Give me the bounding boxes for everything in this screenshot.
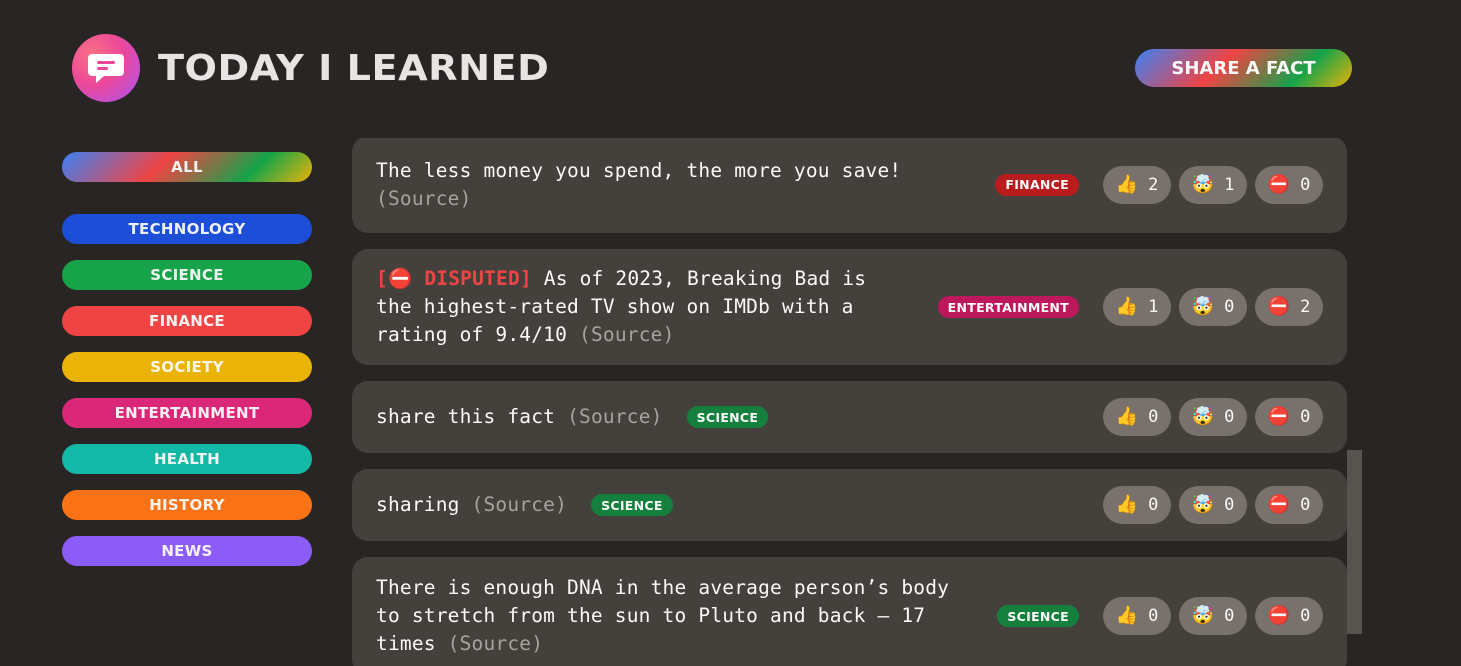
vote-count: 0: [1224, 297, 1235, 317]
vote-interesting-button[interactable]: 👍 2: [1103, 165, 1171, 204]
fact-item: sharing (Source) science 👍 0 🤯 0 ⛔ 0: [352, 469, 1347, 541]
fact-text-block: sharing (Source): [376, 491, 567, 519]
fact-text-block: The less money you spend, the more you s…: [376, 157, 956, 213]
category-label: history: [149, 496, 225, 514]
fact-item: There is enough DNA in the average perso…: [352, 557, 1347, 666]
header: Today I Learned: [72, 34, 549, 102]
no-entry-icon: ⛔: [1267, 494, 1291, 515]
no-entry-icon: ⛔: [1267, 296, 1291, 317]
vote-count: 2: [1300, 297, 1311, 317]
mind-blown-icon: 🤯: [1191, 605, 1215, 626]
category-label: finance: [149, 312, 225, 330]
vote-interesting-button[interactable]: 👍 0: [1103, 398, 1171, 436]
vote-interesting-button[interactable]: 👍 0: [1103, 486, 1171, 524]
vote-false-button[interactable]: ⛔ 0: [1255, 597, 1323, 635]
vote-interesting-button[interactable]: 👍 1: [1103, 288, 1171, 326]
category-label: science: [150, 266, 224, 284]
mind-blown-icon: 🤯: [1191, 173, 1215, 195]
disputed-label: [⛔ DISPUTED]: [376, 267, 532, 290]
thumbs-up-icon: 👍: [1115, 494, 1139, 515]
category-news-button[interactable]: news: [62, 536, 312, 566]
fact-item: [⛔ DISPUTED] As of 2023, Breaking Bad is…: [352, 249, 1347, 365]
no-entry-icon: ⛔: [1267, 605, 1291, 626]
vote-buttons: 👍 0 🤯 0 ⛔ 0: [1103, 597, 1323, 635]
category-label: All: [171, 158, 203, 176]
vote-count: 0: [1300, 495, 1311, 515]
fact-text: The less money you spend, the more you s…: [376, 158, 902, 182]
vote-mindblowing-button[interactable]: 🤯 0: [1179, 597, 1247, 635]
category-entertainment-button[interactable]: entertainment: [62, 398, 312, 428]
fact-item: The less money you spend, the more you s…: [352, 138, 1347, 233]
category-label: news: [161, 542, 213, 560]
fact-text-block: share this fact (Source): [376, 403, 663, 431]
chat-bubble-icon: [88, 54, 124, 83]
vote-buttons: 👍 1 🤯 0 ⛔ 2: [1103, 288, 1323, 326]
thumbs-up-icon: 👍: [1115, 406, 1139, 427]
mind-blown-icon: 🤯: [1191, 494, 1215, 515]
source-link[interactable]: (Source): [472, 493, 568, 516]
scrollbar-thumb[interactable]: [1347, 450, 1362, 634]
fact-text-block: There is enough DNA in the average perso…: [376, 574, 976, 658]
share-fact-button[interactable]: Share a fact: [1135, 49, 1352, 87]
category-technology-button[interactable]: technology: [62, 214, 312, 244]
mind-blown-icon: 🤯: [1191, 406, 1215, 427]
vote-count: 1: [1148, 297, 1159, 317]
vote-false-button[interactable]: ⛔ 0: [1255, 165, 1323, 204]
vote-buttons: 👍 2 🤯 1 ⛔ 0: [1103, 165, 1323, 204]
vote-mindblowing-button[interactable]: 🤯 1: [1179, 165, 1247, 204]
facts-list: The less money you spend, the more you s…: [352, 138, 1362, 666]
vote-count: 0: [1148, 495, 1159, 515]
vote-count: 0: [1300, 407, 1311, 427]
source-link[interactable]: (Source): [376, 187, 472, 210]
vote-buttons: 👍 0 🤯 0 ⛔ 0: [1103, 486, 1323, 524]
category-health-button[interactable]: health: [62, 444, 312, 474]
category-label: entertainment: [114, 404, 260, 422]
vote-mindblowing-button[interactable]: 🤯 0: [1179, 486, 1247, 524]
category-tag: science: [997, 605, 1079, 627]
no-entry-icon: ⛔: [1267, 173, 1291, 195]
logo: [72, 34, 140, 102]
thumbs-up-icon: 👍: [1115, 296, 1139, 317]
category-label: society: [150, 358, 224, 376]
vote-count: 0: [1148, 606, 1159, 626]
category-tag: science: [591, 494, 673, 516]
vote-count: 0: [1224, 495, 1235, 515]
vote-mindblowing-button[interactable]: 🤯 0: [1179, 398, 1247, 436]
mind-blown-icon: 🤯: [1191, 296, 1215, 317]
no-entry-icon: ⛔: [1267, 406, 1291, 427]
app-title: Today I Learned: [158, 47, 550, 89]
fact-text-block: [⛔ DISPUTED] As of 2023, Breaking Bad is…: [376, 265, 901, 349]
thumbs-up-icon: 👍: [1115, 605, 1139, 626]
vote-false-button[interactable]: ⛔ 2: [1255, 288, 1323, 326]
vote-mindblowing-button[interactable]: 🤯 0: [1179, 288, 1247, 326]
vote-interesting-button[interactable]: 👍 0: [1103, 597, 1171, 635]
vote-count: 0: [1148, 407, 1159, 427]
thumbs-up-icon: 👍: [1115, 173, 1139, 195]
category-society-button[interactable]: society: [62, 352, 312, 382]
source-link[interactable]: (Source): [579, 323, 675, 346]
source-link[interactable]: (Source): [567, 405, 663, 428]
category-history-button[interactable]: history: [62, 490, 312, 520]
vote-count: 2: [1148, 174, 1159, 195]
vote-count: 0: [1300, 606, 1311, 626]
category-all-button[interactable]: All: [62, 152, 312, 182]
category-tag: finance: [995, 173, 1079, 196]
category-finance-button[interactable]: finance: [62, 306, 312, 336]
category-label: health: [153, 450, 221, 468]
vote-count: 0: [1300, 174, 1311, 195]
category-science-button[interactable]: science: [62, 260, 312, 290]
source-link[interactable]: (Source): [448, 632, 544, 655]
category-label: technology: [128, 220, 246, 238]
vote-buttons: 👍 0 🤯 0 ⛔ 0: [1103, 398, 1323, 436]
vote-count: 1: [1224, 174, 1235, 195]
fact-text: share this fact: [376, 405, 556, 428]
fact-item: share this fact (Source) science 👍 0 🤯 0 ⛔…: [352, 381, 1347, 453]
fact-text: sharing: [376, 493, 460, 516]
category-tag: entertainment: [937, 296, 1079, 318]
vote-false-button[interactable]: ⛔ 0: [1255, 486, 1323, 524]
vote-count: 0: [1224, 407, 1235, 427]
category-tag: science: [686, 406, 769, 428]
vote-false-button[interactable]: ⛔ 0: [1255, 398, 1323, 436]
vote-count: 0: [1224, 606, 1235, 626]
